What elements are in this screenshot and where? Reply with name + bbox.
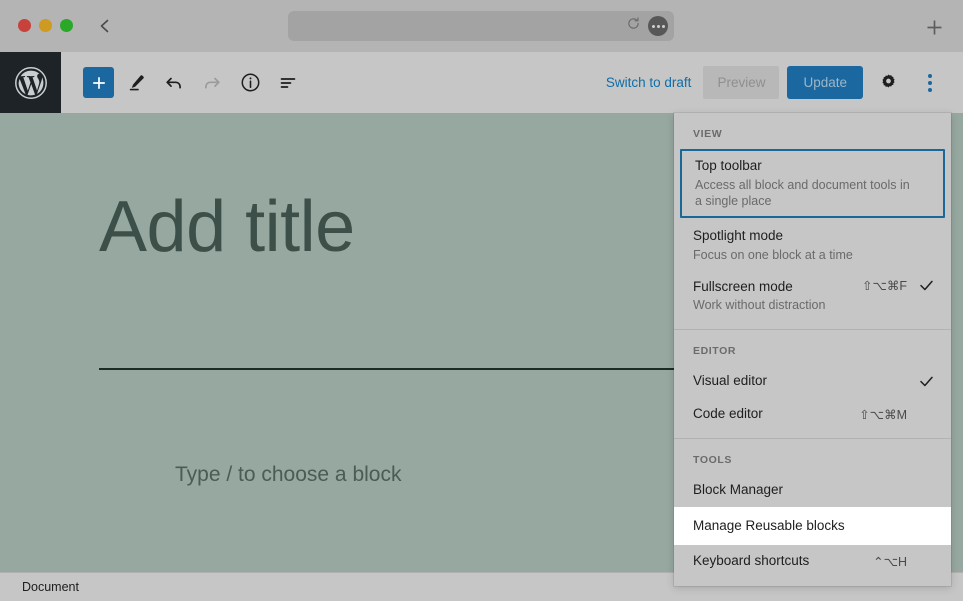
- menu-section-editor: EDITOR Visual editor Code editor ⇧⌥⌘M: [674, 330, 951, 440]
- browser-chrome: [0, 0, 963, 52]
- switch-to-draft-button[interactable]: Switch to draft: [602, 69, 696, 96]
- menu-item-shortcut: ⇧⌥⌘M: [859, 407, 907, 422]
- wordpress-block-editor-window: Switch to draft Preview Update Add title: [0, 0, 963, 601]
- wordpress-logo-button[interactable]: [0, 52, 61, 113]
- menu-item-title: Code editor: [693, 405, 763, 421]
- add-block-button[interactable]: [83, 67, 114, 98]
- close-window-button[interactable]: [18, 19, 31, 32]
- update-button[interactable]: Update: [787, 66, 863, 99]
- menu-section-label: TOOLS: [693, 454, 732, 467]
- editor-toolbar-right: Switch to draft Preview Update: [602, 66, 963, 100]
- menu-section-view: VIEW Top toolbar Access all block and docu…: [674, 113, 951, 331]
- menu-item-code-editor[interactable]: Code editor ⇧⌥⌘M: [674, 398, 951, 431]
- ellipsis-dot: [656, 24, 660, 28]
- menu-item-text: Block Manager: [693, 480, 907, 500]
- back-button[interactable]: [92, 13, 118, 39]
- ellipsis-dot: [651, 24, 655, 28]
- menu-item-top-toolbar[interactable]: Top toolbar Access all block and document…: [680, 149, 945, 219]
- menu-item-description: Focus on one block at a time: [693, 247, 853, 262]
- menu-item-text: Top toolbar Access all block and document…: [695, 156, 911, 210]
- new-tab-button[interactable]: [921, 14, 947, 40]
- checkmark-icon: [915, 277, 937, 293]
- menu-item-text: Visual editor: [693, 371, 907, 391]
- editor-toolbar: Switch to draft Preview Update: [0, 52, 963, 113]
- menu-item-text: Fullscreen mode Work without distraction: [693, 277, 852, 314]
- menu-item-text: Manage Reusable blocks: [693, 516, 907, 536]
- menu-item-spotlight-mode[interactable]: Spotlight mode Focus on one block at a ti…: [674, 220, 951, 270]
- breadcrumb[interactable]: Document: [0, 580, 79, 594]
- menu-item-visual-editor[interactable]: Visual editor: [674, 365, 951, 398]
- menu-item-title: Fullscreen mode: [693, 278, 793, 294]
- menu-item-description: Access all block and document tools in a…: [695, 177, 910, 209]
- checkmark-icon: [915, 373, 937, 389]
- list-view-icon: [280, 77, 296, 88]
- menu-item-title: Keyboard shortcuts: [693, 553, 810, 569]
- menu-item-text: Keyboard shortcuts: [693, 551, 863, 571]
- plus-icon: [927, 20, 941, 34]
- plus-icon: [92, 76, 105, 89]
- menu-item-shortcut: ⇧⌥⌘F: [861, 278, 907, 293]
- preview-button[interactable]: Preview: [703, 66, 780, 99]
- gear-icon: [881, 74, 895, 88]
- menu-item-shortcut: ⌃⌥H: [873, 555, 907, 570]
- more-options-menu: VIEW Top toolbar Access all block and docu…: [674, 113, 951, 586]
- kebab-dot: [928, 73, 932, 78]
- maximize-window-button[interactable]: [60, 19, 73, 32]
- menu-item-title: Spotlight mode: [693, 228, 784, 244]
- address-bar[interactable]: [288, 11, 674, 41]
- menu-section-label: EDITOR: [693, 345, 737, 358]
- kebab-dot: [928, 87, 932, 92]
- default-block-appender[interactable]: Type / to choose a block: [175, 463, 401, 487]
- menu-section-label: VIEW: [693, 128, 723, 140]
- page-menu-button[interactable]: [648, 16, 668, 36]
- kebab-dot: [928, 80, 932, 85]
- menu-item-title: Top toolbar: [695, 158, 762, 173]
- menu-item-block-manager[interactable]: Block Manager: [674, 474, 951, 507]
- editor-toolbar-left: [61, 67, 304, 99]
- menu-item-text: Spotlight mode Focus on one block at a ti…: [693, 226, 907, 263]
- menu-item-fullscreen-mode[interactable]: Fullscreen mode Work without distraction ⇧…: [674, 271, 951, 321]
- more-options-button[interactable]: [913, 66, 947, 100]
- menu-section-tools: TOOLS Block Manager Manage Reusable blocks…: [674, 439, 951, 586]
- ellipsis-dot: [661, 24, 665, 28]
- menu-item-text: Code editor: [693, 404, 849, 424]
- info-icon: [241, 73, 259, 92]
- wordpress-logo-icon: [14, 66, 47, 99]
- kebab-icon: [928, 73, 932, 92]
- menu-item-manage-reusable-blocks[interactable]: Manage Reusable blocks: [674, 506, 951, 546]
- list-view-button[interactable]: [272, 67, 304, 99]
- chevron-left-icon: [100, 19, 109, 33]
- redo-button[interactable]: [196, 67, 228, 99]
- redo-icon: [205, 77, 220, 89]
- reload-icon[interactable]: [627, 17, 640, 35]
- tools-pencil-button[interactable]: [120, 67, 152, 99]
- menu-item-description: Work without distraction: [693, 298, 826, 313]
- menu-item-title: Manage Reusable blocks: [693, 517, 845, 533]
- undo-button[interactable]: [158, 67, 190, 99]
- window-controls: [18, 19, 73, 32]
- post-title-input[interactable]: Add title: [99, 191, 355, 263]
- details-info-button[interactable]: [234, 67, 266, 99]
- menu-item-title: Visual editor: [693, 373, 768, 389]
- minimize-window-button[interactable]: [39, 19, 52, 32]
- settings-button[interactable]: [871, 66, 905, 100]
- menu-item-title: Block Manager: [693, 482, 784, 498]
- menu-item-keyboard-shortcuts[interactable]: Keyboard shortcuts ⌃⌥H: [674, 545, 951, 578]
- pencil-icon: [129, 74, 144, 90]
- undo-icon: [166, 77, 181, 89]
